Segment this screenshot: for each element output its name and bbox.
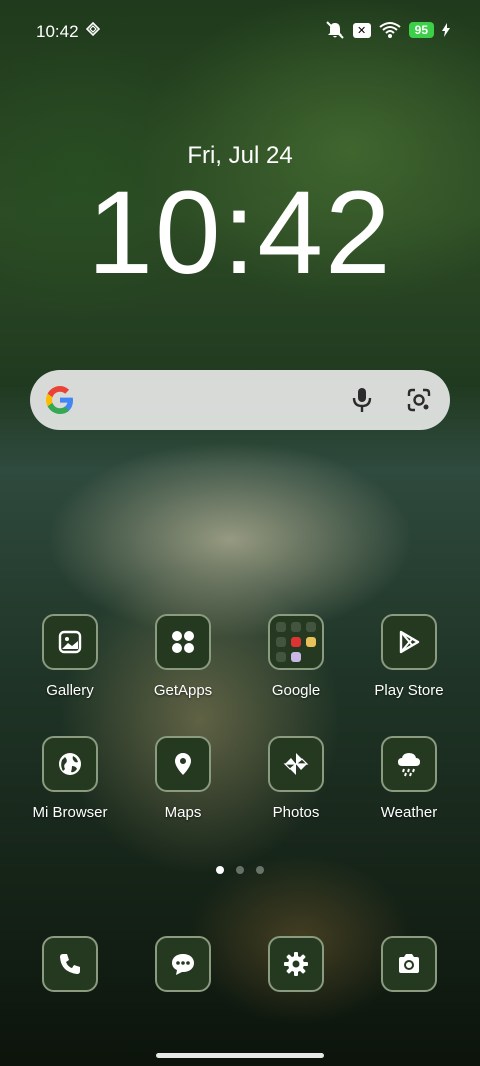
lockscreen-date: Fri, Jul 24 — [187, 142, 293, 169]
app-label: Maps — [164, 804, 202, 821]
battery-level: 95 — [408, 22, 434, 38]
page-dot-3[interactable] — [256, 866, 264, 874]
phone-icon[interactable] — [42, 936, 98, 992]
mute-bell-icon — [325, 21, 344, 39]
dock-messages[interactable] — [128, 936, 238, 992]
dock-settings[interactable] — [241, 936, 351, 992]
google-search-bar[interactable] — [30, 370, 450, 430]
page-dot-1[interactable] — [216, 866, 224, 874]
google-folder-icon[interactable] — [268, 614, 324, 670]
app-label: Google — [271, 682, 321, 699]
map-pin-icon[interactable] — [155, 736, 211, 792]
app-label: GetApps — [153, 682, 213, 699]
google-lens-icon[interactable] — [406, 387, 432, 413]
status-bar: 10:42 ✕ 95 — [0, 0, 480, 62]
settings-gear-icon[interactable] — [268, 936, 324, 992]
app-google-folder[interactable]: Google — [241, 614, 351, 699]
notification-diamond-icon — [86, 22, 100, 36]
status-time: 10:42 — [36, 22, 79, 41]
globe-icon[interactable] — [42, 736, 98, 792]
google-g-icon[interactable] — [42, 382, 78, 418]
dock-phone[interactable] — [15, 936, 125, 992]
page-indicator[interactable] — [0, 866, 480, 874]
play-store-icon[interactable] — [381, 614, 437, 670]
app-label: Play Store — [374, 682, 444, 699]
voice-search-mic-icon[interactable] — [350, 387, 374, 413]
app-getapps[interactable]: GetApps — [128, 614, 238, 699]
wifi-icon — [379, 22, 401, 38]
app-mi-browser[interactable]: Mi Browser — [15, 736, 125, 821]
charging-bolt-icon — [442, 23, 450, 37]
gallery-icon[interactable] — [42, 614, 98, 670]
pinwheel-icon[interactable] — [268, 736, 324, 792]
app-label: Gallery — [46, 682, 94, 699]
gesture-navigation-bar[interactable] — [156, 1053, 324, 1058]
app-maps[interactable]: Maps — [128, 736, 238, 821]
page-dot-2[interactable] — [236, 866, 244, 874]
status-icons: ✕ 95 — [325, 21, 450, 39]
messages-icon[interactable] — [155, 936, 211, 992]
app-play-store[interactable]: Play Store — [354, 614, 464, 699]
app-label: Weather — [380, 804, 438, 821]
app-label: Mi Browser — [32, 804, 108, 821]
no-sim-icon: ✕ — [352, 22, 371, 38]
big-clock[interactable]: 10:42 — [0, 168, 480, 298]
app-photos[interactable]: Photos — [241, 736, 351, 821]
getapps-icon[interactable] — [155, 614, 211, 670]
camera-icon[interactable] — [381, 936, 437, 992]
app-weather[interactable]: Weather — [354, 736, 464, 821]
app-label: Photos — [272, 804, 320, 821]
dock-camera[interactable] — [354, 936, 464, 992]
cloud-rain-icon[interactable] — [381, 736, 437, 792]
app-gallery[interactable]: Gallery — [15, 614, 125, 699]
